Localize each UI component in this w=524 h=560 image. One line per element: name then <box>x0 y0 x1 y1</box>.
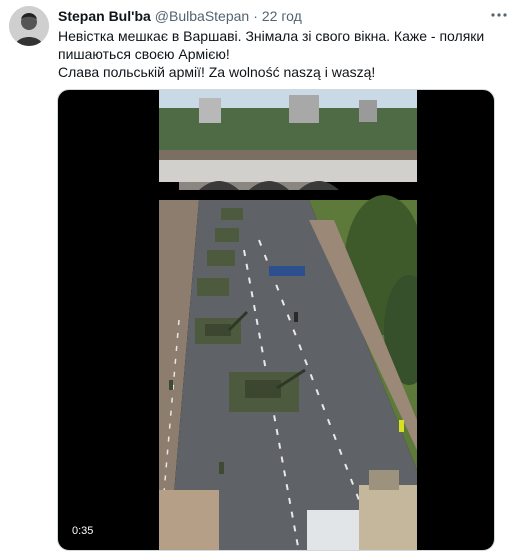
avatar[interactable] <box>9 6 49 46</box>
tweet-text-line2: Слава польській армії! Za wolność naszą … <box>58 64 376 80</box>
tweet-header: Stepan Bul'ba @BulbaStepan · 22 год <box>58 7 302 25</box>
tweet-text: Невістка мешкає в Варшаві. Знімала зі св… <box>58 27 498 81</box>
tweet-text-line1: Невістка мешкає в Варшаві. Знімала зі св… <box>58 28 485 62</box>
author-handle[interactable]: @BulbaStepan <box>155 8 249 24</box>
tweet-time[interactable]: 22 год <box>262 8 302 24</box>
video-duration: 0:35 <box>68 524 98 538</box>
author-name[interactable]: Stepan Bul'ba <box>58 8 151 24</box>
tweet[interactable]: Stepan Bul'ba @BulbaStepan · 22 год Неві… <box>0 0 524 560</box>
separator-dot: · <box>253 8 258 24</box>
video-player[interactable]: 0:35 <box>57 89 495 551</box>
more-dots-icon[interactable] <box>490 8 508 22</box>
video-frame <box>159 90 417 550</box>
